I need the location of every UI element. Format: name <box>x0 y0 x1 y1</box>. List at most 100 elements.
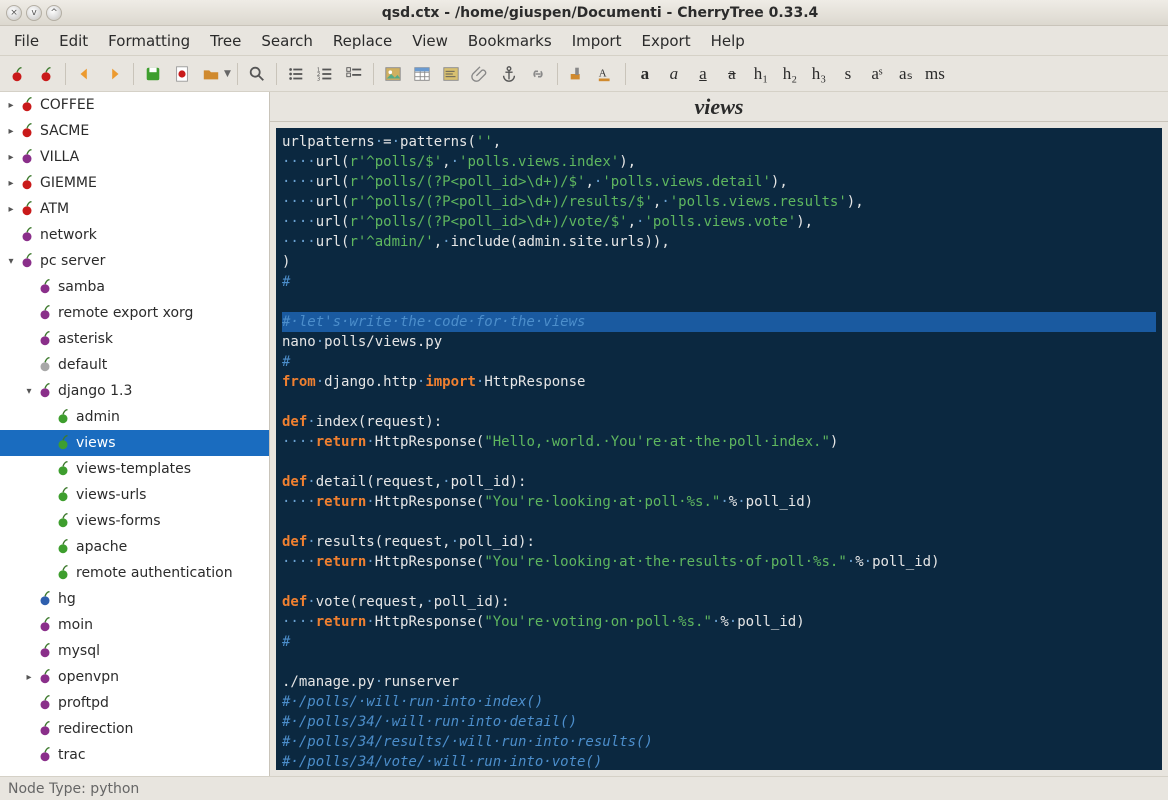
expand-icon[interactable]: ▾ <box>22 386 36 397</box>
tree-item-atm[interactable]: ▸ATM <box>0 196 269 222</box>
h3-icon[interactable]: h₃ <box>806 61 832 87</box>
code-line[interactable]: ····return·HttpResponse("You're·voting·o… <box>282 612 1156 632</box>
code-line[interactable]: ····url(r'^polls/(?P<poll_id>\d+)/$',·'p… <box>282 172 1156 192</box>
code-line[interactable]: #·/polls/34/vote/·will·run·into·vote() <box>282 752 1156 770</box>
tree-item-views-forms[interactable]: views-forms <box>0 508 269 534</box>
code-line[interactable]: #·/polls/34/·will·run·into·detail() <box>282 712 1156 732</box>
code-line[interactable]: # <box>282 632 1156 652</box>
tree-item-giemme[interactable]: ▸GIEMME <box>0 170 269 196</box>
expand-icon[interactable]: ▸ <box>4 126 18 137</box>
list-ol-icon[interactable]: 123 <box>312 61 338 87</box>
mono-icon[interactable]: ms <box>922 61 948 87</box>
h2-icon[interactable]: h₂ <box>777 61 803 87</box>
cherry-red-icon[interactable] <box>4 61 30 87</box>
back-icon[interactable] <box>72 61 98 87</box>
tree-item-redirection[interactable]: redirection <box>0 716 269 742</box>
tree-item-mysql[interactable]: mysql <box>0 638 269 664</box>
code-line[interactable]: ····url(r'^polls/(?P<poll_id>\d+)/vote/$… <box>282 212 1156 232</box>
expand-icon[interactable]: ▸ <box>22 672 36 683</box>
tree-item-trac[interactable]: trac <box>0 742 269 768</box>
expand-icon[interactable]: ▸ <box>4 204 18 215</box>
code-line[interactable] <box>282 392 1156 412</box>
pdf-icon[interactable] <box>169 61 195 87</box>
code-line[interactable]: ····return·HttpResponse("You're·looking·… <box>282 492 1156 512</box>
code-line[interactable]: # <box>282 272 1156 292</box>
menu-export[interactable]: Export <box>633 28 698 54</box>
list-ul-icon[interactable] <box>283 61 309 87</box>
tree-item-apache[interactable]: apache <box>0 534 269 560</box>
link-icon[interactable] <box>525 61 551 87</box>
table-icon[interactable] <box>409 61 435 87</box>
menu-formatting[interactable]: Formatting <box>100 28 198 54</box>
tree-item-coffee[interactable]: ▸COFFEE <box>0 92 269 118</box>
anchor-icon[interactable] <box>496 61 522 87</box>
code-line[interactable]: #·let's·write·the·code·for·the·views <box>282 312 1156 332</box>
code-line[interactable] <box>282 452 1156 472</box>
code-line[interactable]: ····return·HttpResponse("You're·looking·… <box>282 552 1156 572</box>
menu-search[interactable]: Search <box>253 28 321 54</box>
forward-icon[interactable] <box>101 61 127 87</box>
folder-icon[interactable] <box>198 61 224 87</box>
paint2-icon[interactable]: A <box>593 61 619 87</box>
search-icon[interactable] <box>244 61 270 87</box>
tree-item-views[interactable]: views <box>0 430 269 456</box>
code-line[interactable] <box>282 292 1156 312</box>
menu-view[interactable]: View <box>404 28 456 54</box>
menu-edit[interactable]: Edit <box>51 28 96 54</box>
menu-bookmarks[interactable]: Bookmarks <box>460 28 560 54</box>
menu-replace[interactable]: Replace <box>325 28 400 54</box>
small-icon[interactable]: s <box>835 61 861 87</box>
minimize-icon[interactable]: v <box>26 5 42 21</box>
tree-item-sacme[interactable]: ▸SACME <box>0 118 269 144</box>
code-line[interactable]: nano·polls/views.py <box>282 332 1156 352</box>
code-line[interactable]: ····return·HttpResponse("Hello,·world.·Y… <box>282 432 1156 452</box>
code-line[interactable]: def·vote(request,·poll_id): <box>282 592 1156 612</box>
tree-sidebar[interactable]: ▸COFFEE▸SACME▸VILLA▸GIEMME▸ATMnetwork▾pc… <box>0 92 270 776</box>
code-line[interactable]: ····url(r'^polls/(?P<poll_id>\d+)/result… <box>282 192 1156 212</box>
tree-item-default[interactable]: default <box>0 352 269 378</box>
menu-import[interactable]: Import <box>564 28 630 54</box>
list-task-icon[interactable] <box>341 61 367 87</box>
code-line[interactable]: # <box>282 352 1156 372</box>
code-editor[interactable]: urlpatterns·=·patterns('', ····url(r'^pol… <box>276 128 1162 770</box>
code-line[interactable] <box>282 652 1156 672</box>
paint-icon[interactable] <box>564 61 590 87</box>
tree-item-openvpn[interactable]: ▸openvpn <box>0 664 269 690</box>
tree-item-proftpd[interactable]: proftpd <box>0 690 269 716</box>
tree-item-network[interactable]: network <box>0 222 269 248</box>
underline-icon[interactable]: a <box>690 61 716 87</box>
cherry-red2-icon[interactable] <box>33 61 59 87</box>
tree-item-hg[interactable]: hg <box>0 586 269 612</box>
menu-help[interactable]: Help <box>703 28 753 54</box>
tree-item-pc-server[interactable]: ▾pc server <box>0 248 269 274</box>
save-icon[interactable] <box>140 61 166 87</box>
maximize-icon[interactable]: ^ <box>46 5 62 21</box>
folder-drop-icon[interactable]: ▼ <box>224 69 231 79</box>
tree-item-views-templates[interactable]: views-templates <box>0 456 269 482</box>
code-line[interactable] <box>282 512 1156 532</box>
code-line[interactable]: ····url(r'^admin/',·include(admin.site.u… <box>282 232 1156 252</box>
expand-icon[interactable]: ▸ <box>4 152 18 163</box>
menu-tree[interactable]: Tree <box>202 28 249 54</box>
tree-item-asterisk[interactable]: asterisk <box>0 326 269 352</box>
strike-icon[interactable]: a <box>719 61 745 87</box>
codebox-icon[interactable] <box>438 61 464 87</box>
tree-item-remote-export-xorg[interactable]: remote export xorg <box>0 300 269 326</box>
attach-icon[interactable] <box>467 61 493 87</box>
code-line[interactable]: #·/polls/·will·run·into·index() <box>282 692 1156 712</box>
code-line[interactable]: from·django.http·import·HttpResponse <box>282 372 1156 392</box>
code-line[interactable]: ) <box>282 252 1156 272</box>
expand-icon[interactable]: ▸ <box>4 178 18 189</box>
italic-icon[interactable]: a <box>661 61 687 87</box>
bold-icon[interactable]: a <box>632 61 658 87</box>
code-line[interactable]: ./manage.py·runserver <box>282 672 1156 692</box>
code-line[interactable]: urlpatterns·=·patterns('', <box>282 132 1156 152</box>
code-line[interactable] <box>282 572 1156 592</box>
tree-item-moin[interactable]: moin <box>0 612 269 638</box>
sub-icon[interactable]: aₛ <box>893 61 919 87</box>
close-icon[interactable]: × <box>6 5 22 21</box>
tree-item-remote-authentication[interactable]: remote authentication <box>0 560 269 586</box>
code-line[interactable]: #·/polls/34/results/·will·run·into·resul… <box>282 732 1156 752</box>
tree-item-villa[interactable]: ▸VILLA <box>0 144 269 170</box>
h1-icon[interactable]: h₁ <box>748 61 774 87</box>
